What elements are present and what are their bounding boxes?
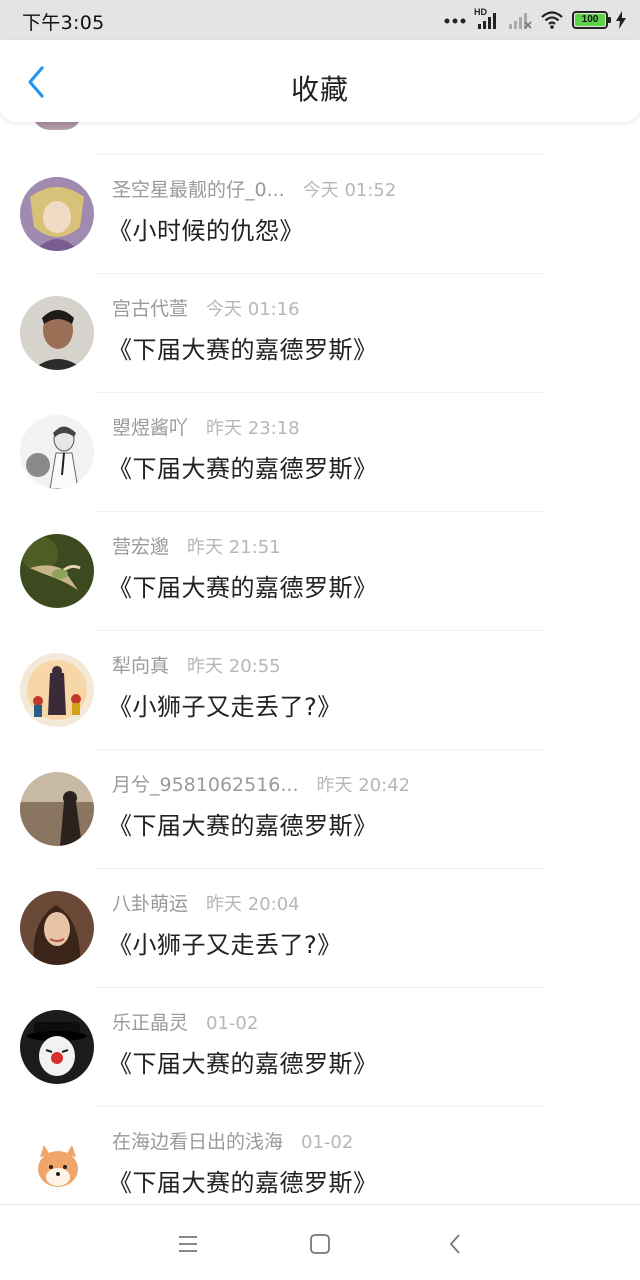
avatar[interactable] (20, 772, 94, 846)
favorites-list: 圣空星最靓的仔_0... 今天 01:52 《小时候的仇怨》 宫古代萱 今天 0… (0, 122, 640, 1204)
nav-back-button[interactable] (440, 1229, 470, 1259)
item-meta: 乐正晶灵 01-02 (112, 1008, 258, 1035)
item-content: 《小时候的仇怨》 (108, 217, 304, 245)
user-name: 八卦萌运 (112, 893, 189, 915)
user-name: 宫古代萱 (112, 298, 189, 320)
item-meta: 月兮_9581062516... 昨天 20:42 (112, 770, 410, 797)
wifi-icon (541, 11, 563, 29)
item-content: 《小狮子又走丢了?》 (108, 931, 342, 959)
timestamp: 昨天 20:55 (187, 656, 281, 677)
item-meta: 宫古代萱 今天 01:16 (112, 294, 300, 321)
timestamp: 昨天 20:04 (206, 894, 300, 915)
user-name: 圣空星最靓的仔_0... (112, 179, 285, 201)
charging-icon (616, 11, 626, 29)
list-item[interactable]: 宫古代萱 今天 01:16 《下届大赛的嘉德罗斯》 (0, 274, 640, 393)
page-title: 收藏 (290, 73, 349, 106)
avatar[interactable] (20, 296, 94, 370)
timestamp: 01-02 (301, 1132, 354, 1153)
timestamp: 昨天 20:42 (316, 775, 411, 796)
more-dots-icon (444, 18, 466, 24)
item-meta: 营宏邈 昨天 21:51 (112, 532, 281, 559)
menu-button[interactable] (173, 1229, 203, 1259)
list-item[interactable]: 月兮_9581062516... 昨天 20:42 《下届大赛的嘉德罗斯》 (0, 750, 640, 869)
header: 收藏 (0, 40, 640, 122)
list-item[interactable]: 犁向真 昨天 20:55 《小狮子又走丢了?》 (0, 631, 640, 750)
timestamp: 昨天 21:51 (187, 537, 281, 558)
avatar (32, 122, 82, 130)
avatar[interactable] (20, 177, 94, 251)
list-item[interactable]: 八卦萌运 昨天 20:04 《小狮子又走丢了?》 (0, 869, 640, 988)
item-meta: 在海边看日出的浅海 01-02 (112, 1127, 353, 1154)
home-square-icon (310, 1234, 330, 1254)
user-name: 营宏邈 (112, 536, 170, 558)
avatar[interactable] (20, 1010, 94, 1084)
user-name: 月兮_9581062516... (112, 774, 299, 796)
item-meta: 圣空星最靓的仔_0... 今天 01:52 (112, 175, 396, 202)
timestamp: 今天 01:52 (302, 180, 397, 201)
status-icons: HD 100 (444, 7, 626, 31)
battery-level: 100 (575, 14, 605, 26)
item-meta: 八卦萌运 昨天 20:04 (112, 889, 300, 916)
list-item[interactable]: 营宏邈 昨天 21:51 《下届大赛的嘉德罗斯》 (0, 512, 640, 631)
back-triangle-icon (449, 1234, 460, 1254)
list-item[interactable]: 乐正晶灵 01-02 《下届大赛的嘉德罗斯》 (0, 988, 640, 1107)
list-item[interactable]: 圣空星最靓的仔_0... 今天 01:52 《小时候的仇怨》 (0, 155, 640, 274)
avatar[interactable] (20, 891, 94, 965)
item-content: 《下届大赛的嘉德罗斯》 (108, 1169, 378, 1197)
list-item[interactable]: 曌煜酱吖 昨天 23:18 《下届大赛的嘉德罗斯》 (0, 393, 640, 512)
user-name: 在海边看日出的浅海 (112, 1131, 284, 1153)
status-time: 下午3:05 (22, 12, 105, 34)
timestamp: 昨天 23:18 (206, 418, 300, 439)
system-nav-bar (0, 1204, 640, 1280)
item-content: 《下届大赛的嘉德罗斯》 (108, 336, 378, 364)
item-meta: 犁向真 昨天 20:55 (112, 651, 281, 678)
item-content: 《下届大赛的嘉德罗斯》 (108, 1050, 378, 1078)
battery-icon: 100 (572, 11, 611, 29)
user-name: 犁向真 (112, 655, 170, 677)
status-bar: 下午3:05 HD 100 (0, 0, 640, 40)
list-item[interactable]: 在海边看日出的浅海 01-02 《下届大赛的嘉德罗斯》 (0, 1107, 640, 1204)
user-name: 乐正晶灵 (112, 1012, 189, 1034)
signal-hd-icon: HD (474, 7, 500, 30)
user-name: 曌煜酱吖 (112, 417, 189, 439)
timestamp: 今天 01:16 (206, 299, 300, 320)
item-content: 《下届大赛的嘉德罗斯》 (108, 574, 378, 602)
home-button[interactable] (305, 1229, 335, 1259)
avatar[interactable] (20, 653, 94, 727)
signal-empty-icon (509, 13, 532, 29)
avatar[interactable] (20, 415, 94, 489)
item-content: 《下届大赛的嘉德罗斯》 (108, 812, 378, 840)
item-meta: 曌煜酱吖 昨天 23:18 (112, 413, 300, 440)
item-content: 《小狮子又走丢了?》 (108, 693, 342, 721)
timestamp: 01-02 (206, 1013, 259, 1034)
item-content: 《下届大赛的嘉德罗斯》 (108, 455, 378, 483)
menu-icon (179, 1236, 197, 1252)
avatar[interactable] (20, 534, 94, 608)
avatar[interactable] (20, 1129, 94, 1203)
